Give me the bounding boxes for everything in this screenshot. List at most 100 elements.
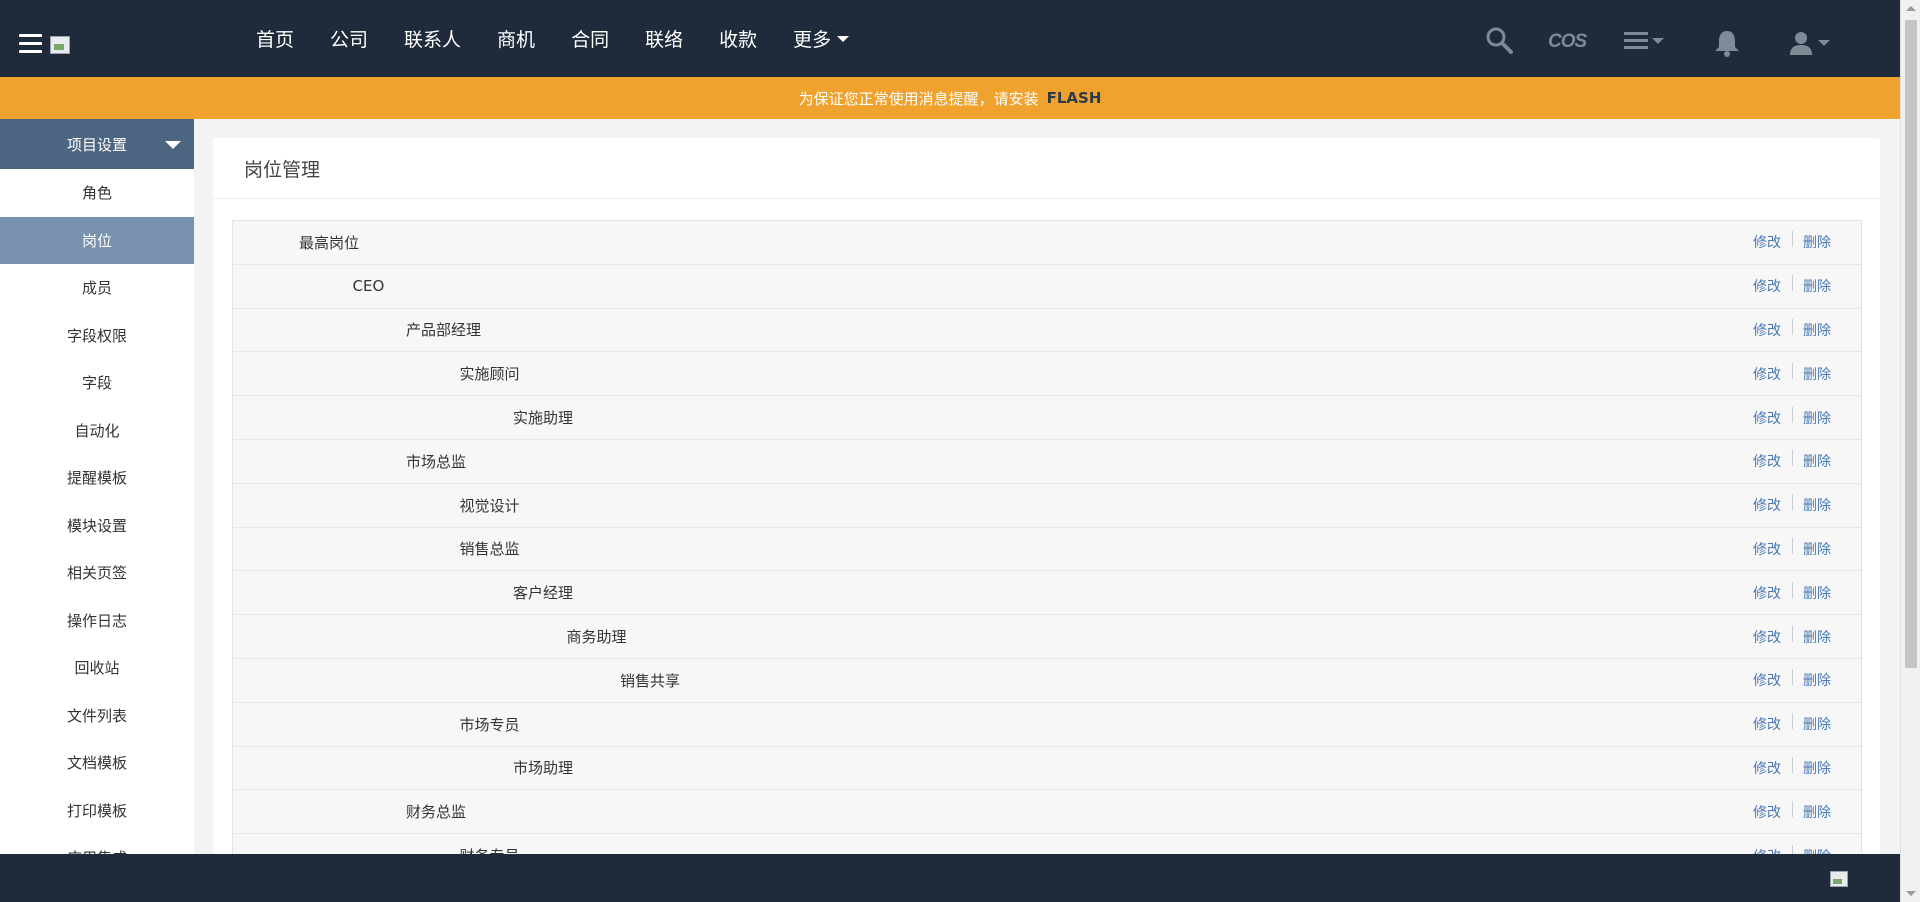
sidebar-item-7[interactable]: 模块设置 xyxy=(0,502,194,550)
edit-link[interactable]: 修改 xyxy=(1753,495,1781,515)
position-name: 最高岗位 xyxy=(299,233,360,252)
position-name: 财务专员 xyxy=(460,845,520,854)
sidebar-item-3[interactable]: 字段权限 xyxy=(0,312,194,360)
delete-link[interactable]: 删除 xyxy=(1803,276,1831,296)
edit-link[interactable]: 修改 xyxy=(1753,802,1781,822)
sidebar-item-11[interactable]: 文件列表 xyxy=(0,692,194,740)
position-row: 客户经理 修改 删除 xyxy=(233,571,1861,616)
action-divider xyxy=(1792,406,1793,423)
nav-item-1[interactable]: 公司 xyxy=(330,25,368,52)
sidebar-item-9[interactable]: 操作日志 xyxy=(0,597,194,645)
chevron-down-icon xyxy=(837,35,850,42)
sidebar-header-project-settings[interactable]: 项目设置 xyxy=(0,119,194,169)
row-actions: 修改 删除 xyxy=(1753,615,1831,658)
position-name: CEO xyxy=(352,277,385,296)
edit-link[interactable]: 修改 xyxy=(1753,364,1781,384)
row-actions: 修改 删除 xyxy=(1753,703,1831,746)
delete-link[interactable]: 删除 xyxy=(1803,364,1831,384)
delete-link[interactable]: 删除 xyxy=(1803,408,1831,428)
sidebar-item-0[interactable]: 角色 xyxy=(0,169,194,217)
action-divider xyxy=(1792,362,1793,379)
action-divider xyxy=(1792,318,1793,335)
sidebar-item-13[interactable]: 打印模板 xyxy=(0,787,194,835)
position-row: 视觉设计 修改 删除 xyxy=(233,484,1861,528)
page-scrollbar[interactable] xyxy=(1900,0,1920,902)
delete-link[interactable]: 删除 xyxy=(1803,714,1831,734)
row-actions: 修改 删除 xyxy=(1753,571,1831,614)
footer-bar xyxy=(0,854,1900,902)
edit-link[interactable]: 修改 xyxy=(1753,670,1781,690)
sidebar-item-2[interactable]: 成员 xyxy=(0,264,194,312)
sidebar-item-1[interactable]: 岗位 xyxy=(0,216,194,264)
nav-item-5[interactable]: 联络 xyxy=(645,25,683,52)
position-row: 最高岗位 修改 删除 xyxy=(233,221,1861,265)
row-actions: 修改 删除 xyxy=(1753,440,1831,483)
chevron-down-icon xyxy=(1818,40,1830,46)
edit-link[interactable]: 修改 xyxy=(1753,320,1781,340)
delete-link[interactable]: 删除 xyxy=(1803,670,1831,690)
action-divider xyxy=(1792,450,1793,467)
sidebar-item-4[interactable]: 字段 xyxy=(0,359,194,407)
delete-link[interactable]: 删除 xyxy=(1803,495,1831,515)
sidebar-item-10[interactable]: 回收站 xyxy=(0,644,194,692)
sidebar-item-14[interactable]: 应用集成 xyxy=(0,834,194,854)
edit-link[interactable]: 修改 xyxy=(1753,627,1781,647)
delete-link[interactable]: 删除 xyxy=(1803,451,1831,471)
nav-item-more[interactable]: 更多 xyxy=(793,25,850,52)
nav-item-6[interactable]: 收款 xyxy=(719,25,757,52)
edit-link[interactable]: 修改 xyxy=(1753,232,1781,252)
edit-link[interactable]: 修改 xyxy=(1753,846,1781,854)
scroll-down-arrow-icon[interactable] xyxy=(1906,891,1916,896)
chevron-down-icon xyxy=(165,141,181,149)
nav-item-0[interactable]: 首页 xyxy=(256,25,294,52)
delete-link[interactable]: 删除 xyxy=(1803,583,1831,603)
delete-link[interactable]: 删除 xyxy=(1803,320,1831,340)
action-divider xyxy=(1792,669,1793,686)
delete-link[interactable]: 删除 xyxy=(1803,802,1831,822)
search-icon[interactable] xyxy=(1485,26,1513,54)
edit-link[interactable]: 修改 xyxy=(1753,714,1781,734)
nav-item-2[interactable]: 联系人 xyxy=(404,25,461,52)
sidebar-item-8[interactable]: 相关页签 xyxy=(0,549,194,597)
delete-link[interactable]: 删除 xyxy=(1803,627,1831,647)
action-divider xyxy=(1792,581,1793,598)
row-actions: 修改 删除 xyxy=(1753,221,1831,264)
sidebar-item-12[interactable]: 文档模板 xyxy=(0,739,194,787)
page-title: 岗位管理 xyxy=(213,138,1880,199)
delete-link[interactable]: 删除 xyxy=(1803,232,1831,252)
edit-link[interactable]: 修改 xyxy=(1753,583,1781,603)
user-icon[interactable] xyxy=(1788,30,1830,56)
position-name: 产品部经理 xyxy=(406,321,482,340)
footer-image[interactable] xyxy=(1830,871,1848,887)
position-row: 市场总监 修改 删除 xyxy=(233,440,1861,484)
delete-link[interactable]: 删除 xyxy=(1803,846,1831,854)
nav-item-4[interactable]: 合同 xyxy=(571,25,609,52)
edit-link[interactable]: 修改 xyxy=(1753,276,1781,296)
bell-icon[interactable] xyxy=(1712,28,1742,58)
action-divider xyxy=(1792,537,1793,554)
nav-item-3[interactable]: 商机 xyxy=(497,25,535,52)
flash-notice-bar: 为保证您正常使用消息提醒，请安装 FLASH xyxy=(0,77,1900,119)
edit-link[interactable]: 修改 xyxy=(1753,539,1781,559)
delete-link[interactable]: 删除 xyxy=(1803,758,1831,778)
row-actions: 修改 删除 xyxy=(1753,747,1831,790)
flash-link[interactable]: FLASH xyxy=(1047,89,1102,107)
edit-link[interactable]: 修改 xyxy=(1753,758,1781,778)
sidebar-item-5[interactable]: 自动化 xyxy=(0,407,194,455)
logo-image[interactable] xyxy=(50,36,70,54)
row-actions: 修改 删除 xyxy=(1753,659,1831,702)
edit-link[interactable]: 修改 xyxy=(1753,451,1781,471)
position-name: 财务总监 xyxy=(406,803,467,822)
position-name: 销售总监 xyxy=(459,540,520,559)
list-menu-icon[interactable] xyxy=(1624,32,1664,49)
sidebar-item-6[interactable]: 提醒模板 xyxy=(0,454,194,502)
cos-icon[interactable]: COS xyxy=(1548,31,1587,53)
scrollbar-thumb[interactable] xyxy=(1905,20,1917,668)
position-name: 市场总监 xyxy=(406,452,467,471)
menu-icon[interactable] xyxy=(19,34,42,53)
scroll-up-arrow-icon[interactable] xyxy=(1906,6,1916,11)
delete-link[interactable]: 删除 xyxy=(1803,539,1831,559)
position-name: 商务助理 xyxy=(566,628,627,647)
edit-link[interactable]: 修改 xyxy=(1753,408,1781,428)
position-name: 市场专员 xyxy=(459,715,520,734)
